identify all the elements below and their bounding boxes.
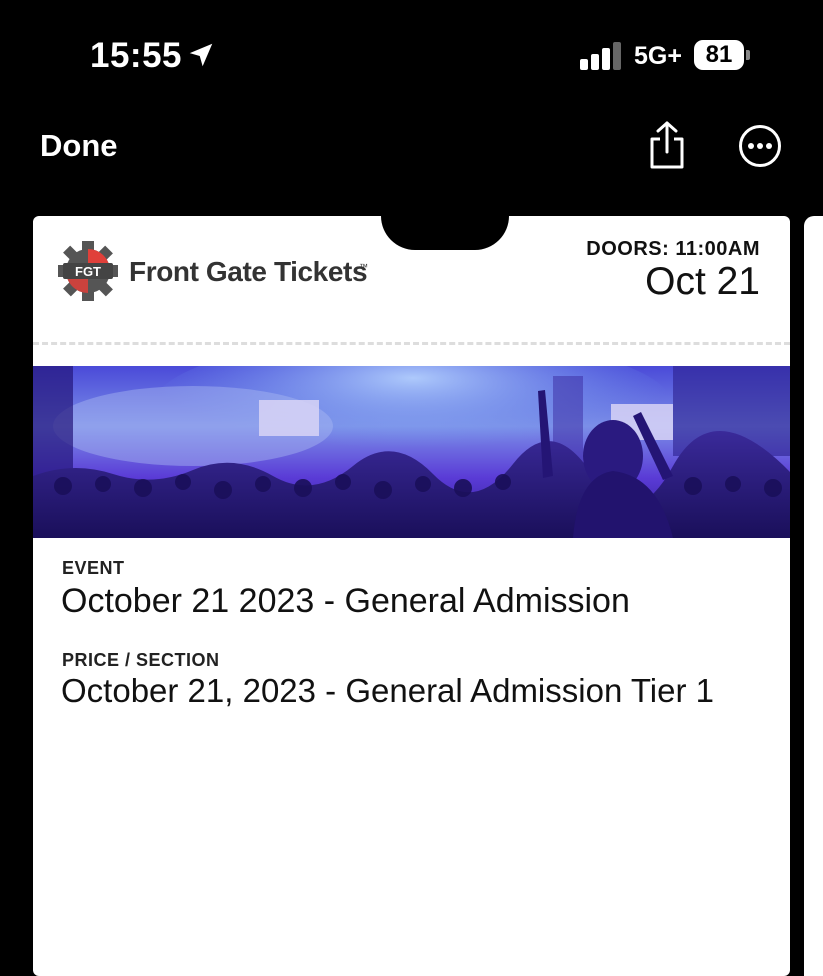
doors-time: DOORS: 11:00AM (586, 238, 760, 260)
status-bar: 15:55 5G+ 81 (0, 0, 823, 110)
price-section-value: October 21, 2023 - General Admission Tie… (61, 672, 715, 709)
more-icon[interactable] (738, 124, 782, 168)
status-time: 15:55 (90, 36, 183, 75)
network-type: 5G+ (634, 42, 682, 70)
event-value: October 21 2023 - General Admission (61, 582, 630, 620)
done-button[interactable]: Done (40, 128, 118, 164)
location-arrow-icon (189, 43, 213, 67)
ticket-notch (381, 216, 509, 250)
ticket-card: FGT Front Gate Tickets ™ DOORS: 11:00AM … (33, 216, 790, 976)
brand-name: Front Gate Tickets (129, 256, 368, 287)
event-label: EVENT (62, 558, 125, 578)
front-gate-logo-icon: FGT (58, 241, 118, 301)
concert-crowd-image (33, 366, 790, 538)
price-section-label: PRICE / SECTION (62, 650, 220, 670)
brand-trademark: ™ (359, 262, 368, 272)
battery-icon: 81 (694, 40, 744, 70)
event-date: Oct 21 (645, 260, 760, 303)
battery-cap (746, 50, 750, 60)
next-pass-peek[interactable] (804, 216, 823, 976)
logo-badge-text: FGT (75, 264, 101, 279)
share-icon[interactable] (646, 120, 688, 170)
cellular-signal-icon (580, 42, 624, 70)
ticket-divider (33, 342, 790, 345)
